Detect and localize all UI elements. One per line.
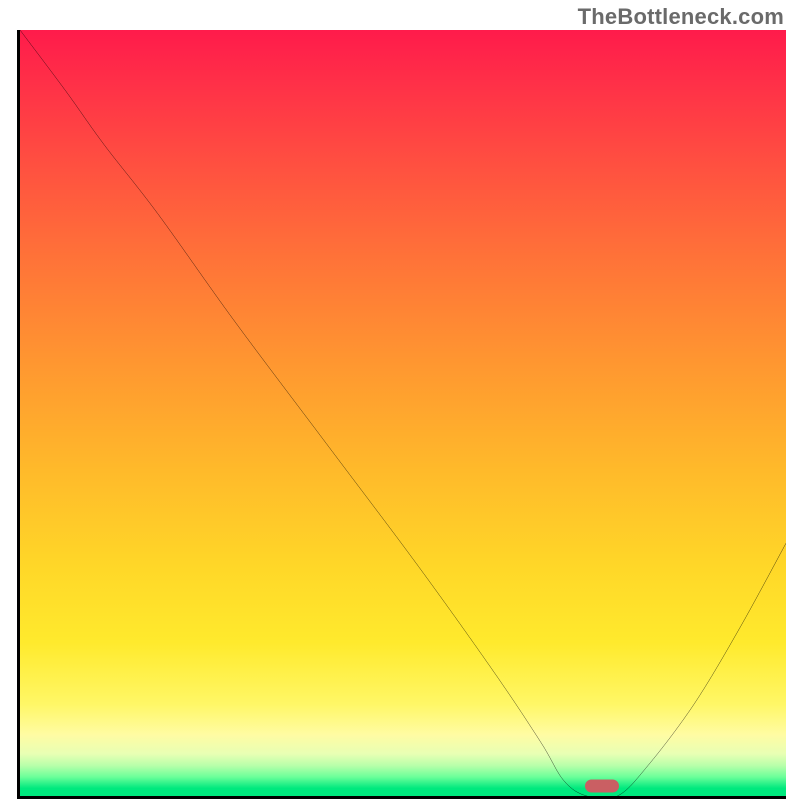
optimum-marker	[585, 780, 619, 793]
chart-container: TheBottleneck.com	[0, 0, 800, 800]
watermark-text: TheBottleneck.com	[578, 4, 784, 30]
plot-area	[17, 30, 786, 799]
curve-path	[20, 30, 786, 796]
bottleneck-curve	[20, 30, 786, 796]
